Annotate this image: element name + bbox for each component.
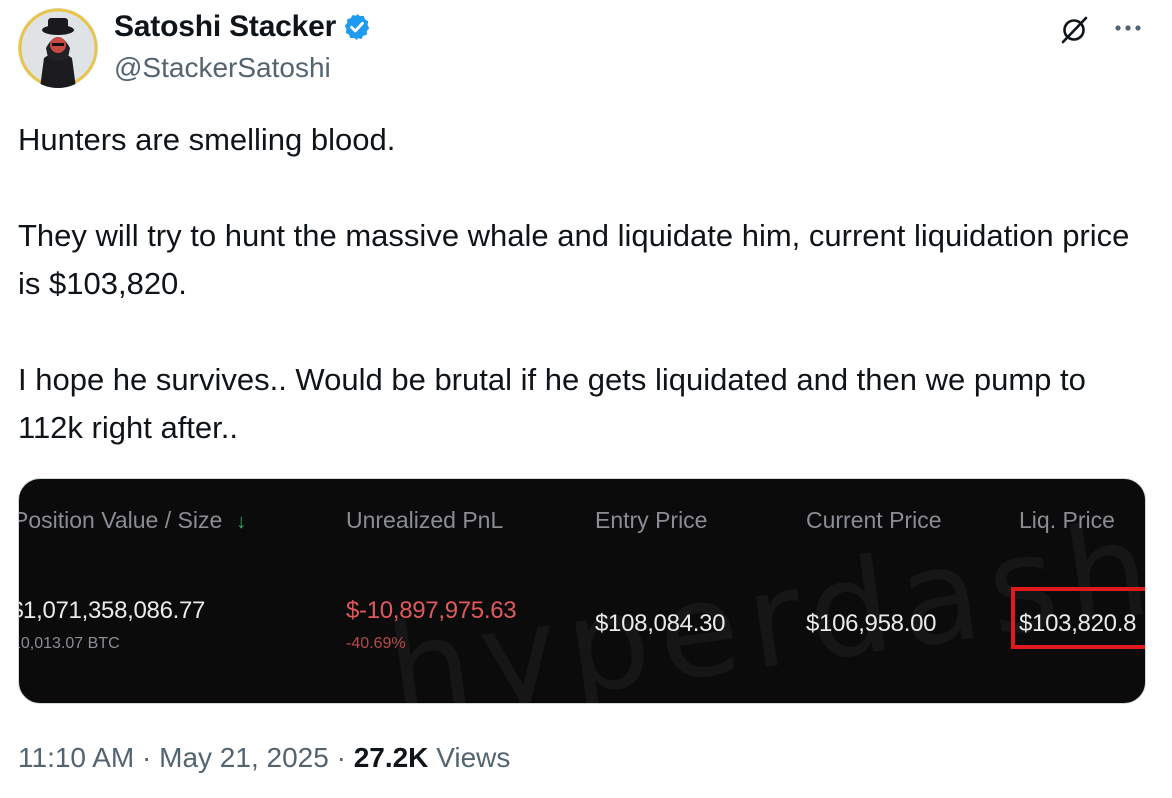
col-header-pnl: Unrealized PnL (346, 507, 504, 533)
views-label: Views (436, 742, 511, 773)
pnl-value: $-10,897,975.63 (346, 597, 517, 624)
sort-arrow-icon: ↓ (236, 511, 247, 533)
author-handle[interactable]: @StackerSatoshi (114, 52, 331, 84)
pnl-percent: -40.69% (346, 635, 406, 652)
position-value: $1,071,358,086.77 (18, 597, 206, 624)
tweet-meta: 11:10 AM · May 21, 2025 · 27.2K Views (18, 742, 510, 774)
tweet-date[interactable]: May 21, 2025 (159, 742, 329, 773)
current-price: $106,958.00 (806, 610, 937, 637)
verified-badge-icon[interactable] (342, 12, 372, 42)
grok-icon[interactable] (1058, 14, 1090, 46)
liq-price-highlight-box (1011, 587, 1145, 649)
author-display-name[interactable]: Satoshi Stacker (114, 10, 336, 44)
col-header-position: Position Value / Size ↓ (18, 507, 247, 534)
tweet-time[interactable]: 11:10 AM (18, 742, 134, 773)
more-options-icon[interactable] (1112, 16, 1144, 40)
col-header-current: Current Price (806, 507, 942, 533)
meta-separator: · (142, 742, 152, 773)
entry-price: $108,084.30 (595, 610, 726, 637)
col-header-entry: Entry Price (595, 507, 708, 533)
tweet-line-3: I hope he survives.. Would be brutal if … (18, 362, 1086, 445)
avatar-hooded-figure-icon (18, 8, 98, 88)
col-header-liq: Liq. Price (1019, 507, 1115, 533)
author-name-row: Satoshi Stacker (114, 10, 372, 44)
tweet-card: Satoshi Stacker @StackerSatoshi Hunters … (0, 0, 1172, 798)
meta-separator: · (336, 742, 346, 773)
tweet-line-1: Hunters are smelling blood. (18, 122, 396, 157)
col-header-position-label: Position Value / Size (18, 507, 223, 533)
tweet-line-2: They will try to hunt the massive whale … (18, 218, 1130, 301)
position-size: 10,013.07 BTC (18, 635, 120, 652)
avatar[interactable] (18, 8, 98, 88)
views-count[interactable]: 27.2K (354, 742, 429, 773)
tweet-text: Hunters are smelling blood. They will tr… (18, 116, 1138, 452)
media-screenshot[interactable]: hyperdash Position Value / Size ↓ Unreali… (18, 478, 1146, 704)
